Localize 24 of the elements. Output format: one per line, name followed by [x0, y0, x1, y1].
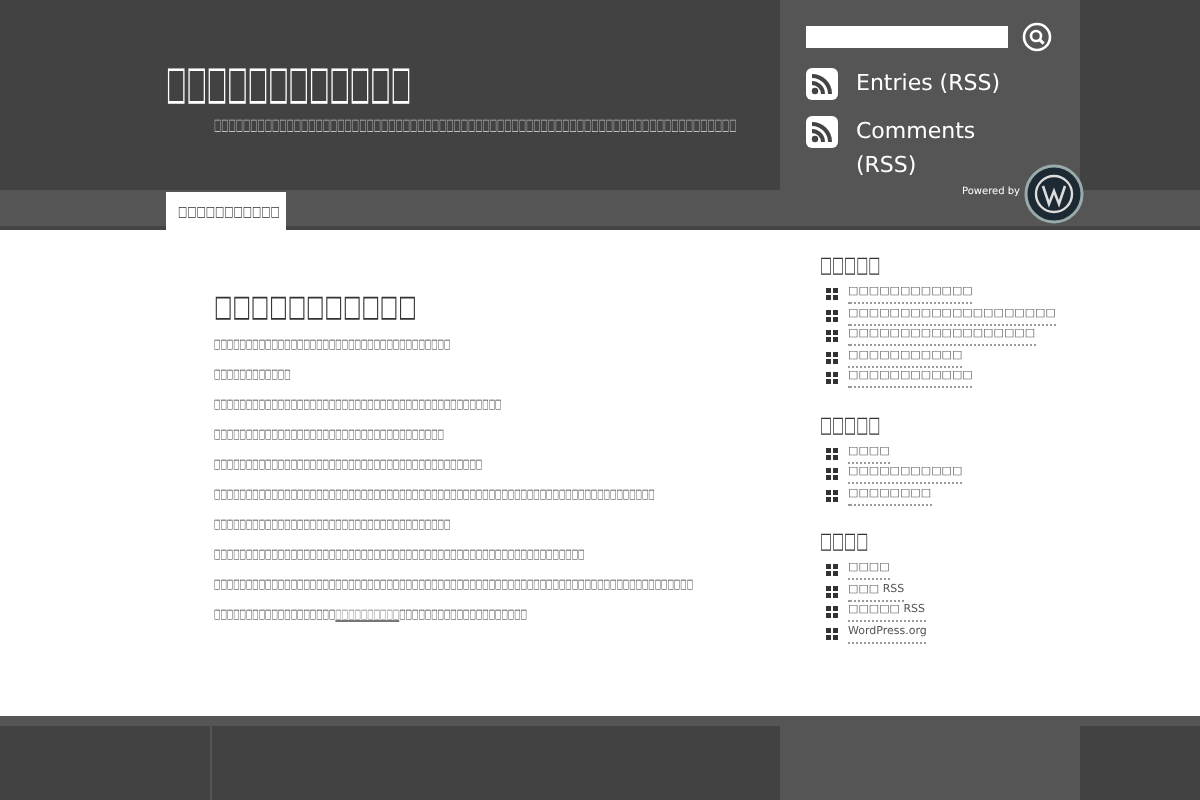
bullet-icon: [826, 351, 838, 364]
bullet-icon: [826, 585, 838, 598]
post-title: □□□□□□□□□□□: [214, 286, 417, 326]
feed-link[interactable]: Comments (RSS): [856, 114, 1012, 182]
bullet-icon: [826, 288, 838, 301]
feed-link[interactable]: Entries (RSS): [856, 66, 1012, 100]
bullet-icon: [826, 606, 838, 619]
widget-title: □□□□□: [820, 250, 881, 280]
bullet-icon: [826, 447, 838, 460]
widget-title: □□□□□: [820, 409, 881, 439]
search-field[interactable]: [806, 26, 1008, 48]
widget-title: □□□□: [820, 526, 869, 556]
site-tagline: □□□□□□□□□□□□□□□□□□□□□□□□□□□□□□□□□□□□□□□□□□□□□□□□□□□□□□□□□□□□□□□□□□□□□□□□: [214, 114, 739, 138]
bullet-icon: [826, 489, 838, 502]
bullet-icon: [826, 309, 838, 322]
bullet-icon: [826, 627, 838, 640]
rss-icon: [806, 116, 838, 148]
bullet-icon: [826, 468, 838, 481]
bullet-icon: [826, 564, 838, 577]
bullet-icon: [826, 330, 838, 343]
rss-icon: [806, 68, 838, 100]
bullet-icon: [826, 372, 838, 385]
search-icon[interactable]: [1022, 22, 1052, 52]
site-title[interactable]: □□□□□□□□□□□□: [166, 56, 412, 112]
